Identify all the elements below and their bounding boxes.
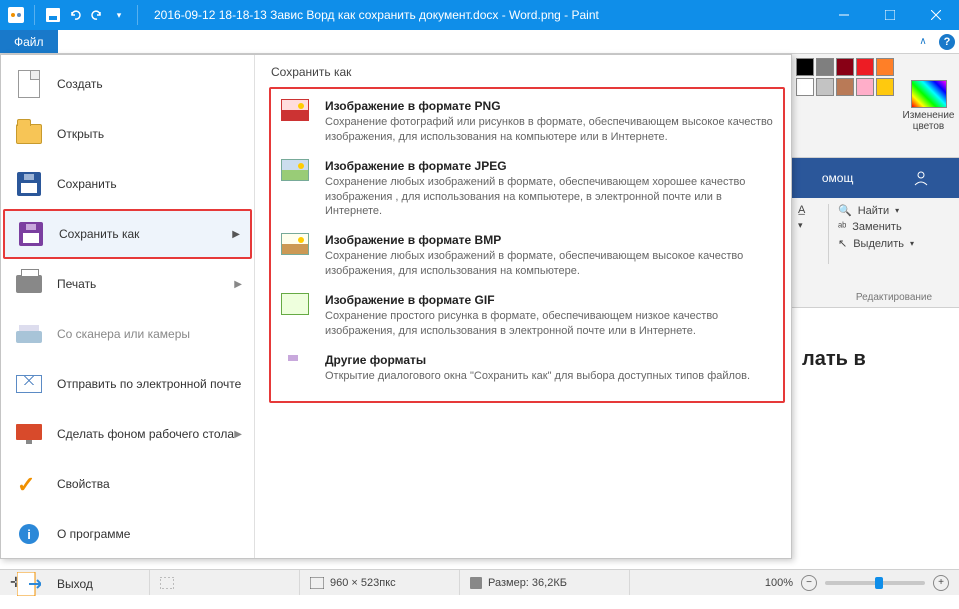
zoom-slider[interactable] (825, 581, 925, 585)
menu-item-scanner[interactable]: Со сканера или камеры (3, 309, 252, 359)
ribbon-colors-group: Изменение цветов (792, 54, 959, 158)
menu-item-open[interactable]: Открыть (3, 109, 252, 159)
exit-icon (13, 568, 45, 600)
floppy-saveas-icon (15, 218, 47, 250)
new-page-icon (13, 68, 45, 100)
envelope-icon (13, 368, 45, 400)
zoom-out-button[interactable]: − (801, 575, 817, 591)
word-document-canvas: лать в (792, 308, 959, 558)
ribbon-group-label: Редактирование (839, 292, 949, 303)
checkmark-icon: ✓ (13, 468, 45, 500)
color-swatch[interactable] (796, 58, 814, 76)
submenu-title: Сохранить как (271, 65, 785, 79)
color-swatch[interactable] (876, 58, 894, 76)
word-tab-label: омощ (822, 171, 853, 185)
menu-item-print[interactable]: Печать ▶ (3, 259, 252, 309)
color-swatch[interactable] (856, 78, 874, 96)
qat-customize-icon[interactable]: ▾ (111, 7, 127, 23)
save-as-submenu: Сохранить как Изображение в формате PNGС… (255, 55, 791, 558)
zoom-in-button[interactable]: + (933, 575, 949, 591)
qat-undo-icon[interactable] (67, 7, 83, 23)
save-as-jpeg[interactable]: Изображение в формате JPEGСохранение люб… (281, 155, 773, 230)
color-swatch[interactable] (816, 78, 834, 96)
qat-redo-icon[interactable] (89, 7, 105, 23)
menu-item-wallpaper[interactable]: Сделать фоном рабочего стола ▶ (3, 409, 252, 459)
palette-icon (911, 80, 947, 108)
desktop-icon (13, 418, 45, 450)
disk-icon (470, 577, 482, 589)
app-icon (8, 7, 24, 23)
cursor-icon: ↖ (838, 237, 847, 250)
menu-item-about[interactable]: i О программе (3, 509, 252, 559)
submenu-arrow-icon: ▶ (234, 279, 242, 290)
title-bar: ▾ 2016-09-12 18-18-13 Завис Ворд как сох… (0, 0, 959, 30)
menu-item-save-as[interactable]: Сохранить как ▶ (3, 209, 252, 259)
qat-save-icon[interactable] (45, 7, 61, 23)
close-button[interactable] (913, 0, 959, 30)
replace-icon: ᵃᵇ (838, 221, 846, 233)
color-swatch[interactable] (856, 58, 874, 76)
color-swatch[interactable] (876, 78, 894, 96)
status-dimensions: 960 × 523пкс (300, 570, 460, 595)
floppy-save-icon (13, 168, 45, 200)
info-icon: i (13, 518, 45, 550)
file-menu-button[interactable]: Файл (0, 30, 58, 53)
save-as-other[interactable]: Другие форматыОткрытие диалогового окна … (281, 349, 773, 395)
collapse-ribbon-icon[interactable]: ∧ (911, 30, 935, 53)
menu-item-properties[interactable]: ✓ Свойства (3, 459, 252, 509)
person-icon (913, 170, 929, 186)
color-swatch[interactable] (816, 58, 834, 76)
replace-button[interactable]: ᵃᵇЗаменить (838, 221, 951, 233)
printer-icon (13, 268, 45, 300)
save-as-bmp[interactable]: Изображение в формате BMPСохранение любы… (281, 229, 773, 289)
bmp-image-icon (281, 233, 313, 265)
color-swatch[interactable] (836, 58, 854, 76)
select-button[interactable]: ↖Выделить▾ (838, 237, 951, 250)
find-button[interactable]: 🔍Найти▾ (838, 204, 951, 217)
other-format-icon (281, 353, 313, 385)
maximize-button[interactable] (867, 0, 913, 30)
submenu-arrow-icon: ▶ (232, 229, 240, 240)
menu-item-save[interactable]: Сохранить (3, 159, 252, 209)
edit-colors-label: Изменение цветов (902, 110, 955, 132)
menu-bar: Файл ∧ ? (0, 30, 959, 54)
submenu-arrow-icon: ▶ (234, 429, 242, 440)
styles-icon[interactable]: A̲ (798, 204, 805, 216)
folder-open-icon (13, 118, 45, 150)
dimensions-icon (310, 577, 324, 589)
color-swatch[interactable] (836, 78, 854, 96)
search-icon: 🔍 (838, 204, 852, 217)
word-ribbon-editing: A̲ ▾ 🔍Найти▾ ᵃᵇЗаменить ↖Выделить▾ Редак… (792, 198, 959, 308)
minimize-button[interactable] (821, 0, 867, 30)
scanner-icon (13, 318, 45, 350)
color-swatch[interactable] (796, 78, 814, 96)
menu-item-new[interactable]: Создать (3, 59, 252, 109)
menu-item-email[interactable]: Отправить по электронной почте (3, 359, 252, 409)
word-titlebar-fragment: омощ (792, 158, 959, 198)
gif-image-icon (281, 293, 313, 325)
document-text-fragment: лать в (802, 348, 949, 371)
edit-colors-button[interactable]: Изменение цветов (898, 54, 959, 157)
file-menu-list: Создать Открыть Сохранить Сохранить как … (1, 55, 255, 558)
save-as-png[interactable]: Изображение в формате PNGСохранение фото… (281, 95, 773, 155)
zoom-percent: 100% (765, 577, 793, 589)
png-image-icon (281, 99, 313, 131)
window-title: 2016-09-12 18-18-13 Завис Ворд как сохра… (150, 8, 821, 22)
save-as-gif[interactable]: Изображение в формате GIFСохранение прос… (281, 289, 773, 349)
status-filesize: Размер: 36,2КБ (460, 570, 630, 595)
menu-item-exit[interactable]: Выход (3, 559, 252, 609)
jpeg-image-icon (281, 159, 313, 191)
file-menu-dropdown: Создать Открыть Сохранить Сохранить как … (0, 54, 792, 559)
help-button[interactable]: ? (935, 30, 959, 53)
